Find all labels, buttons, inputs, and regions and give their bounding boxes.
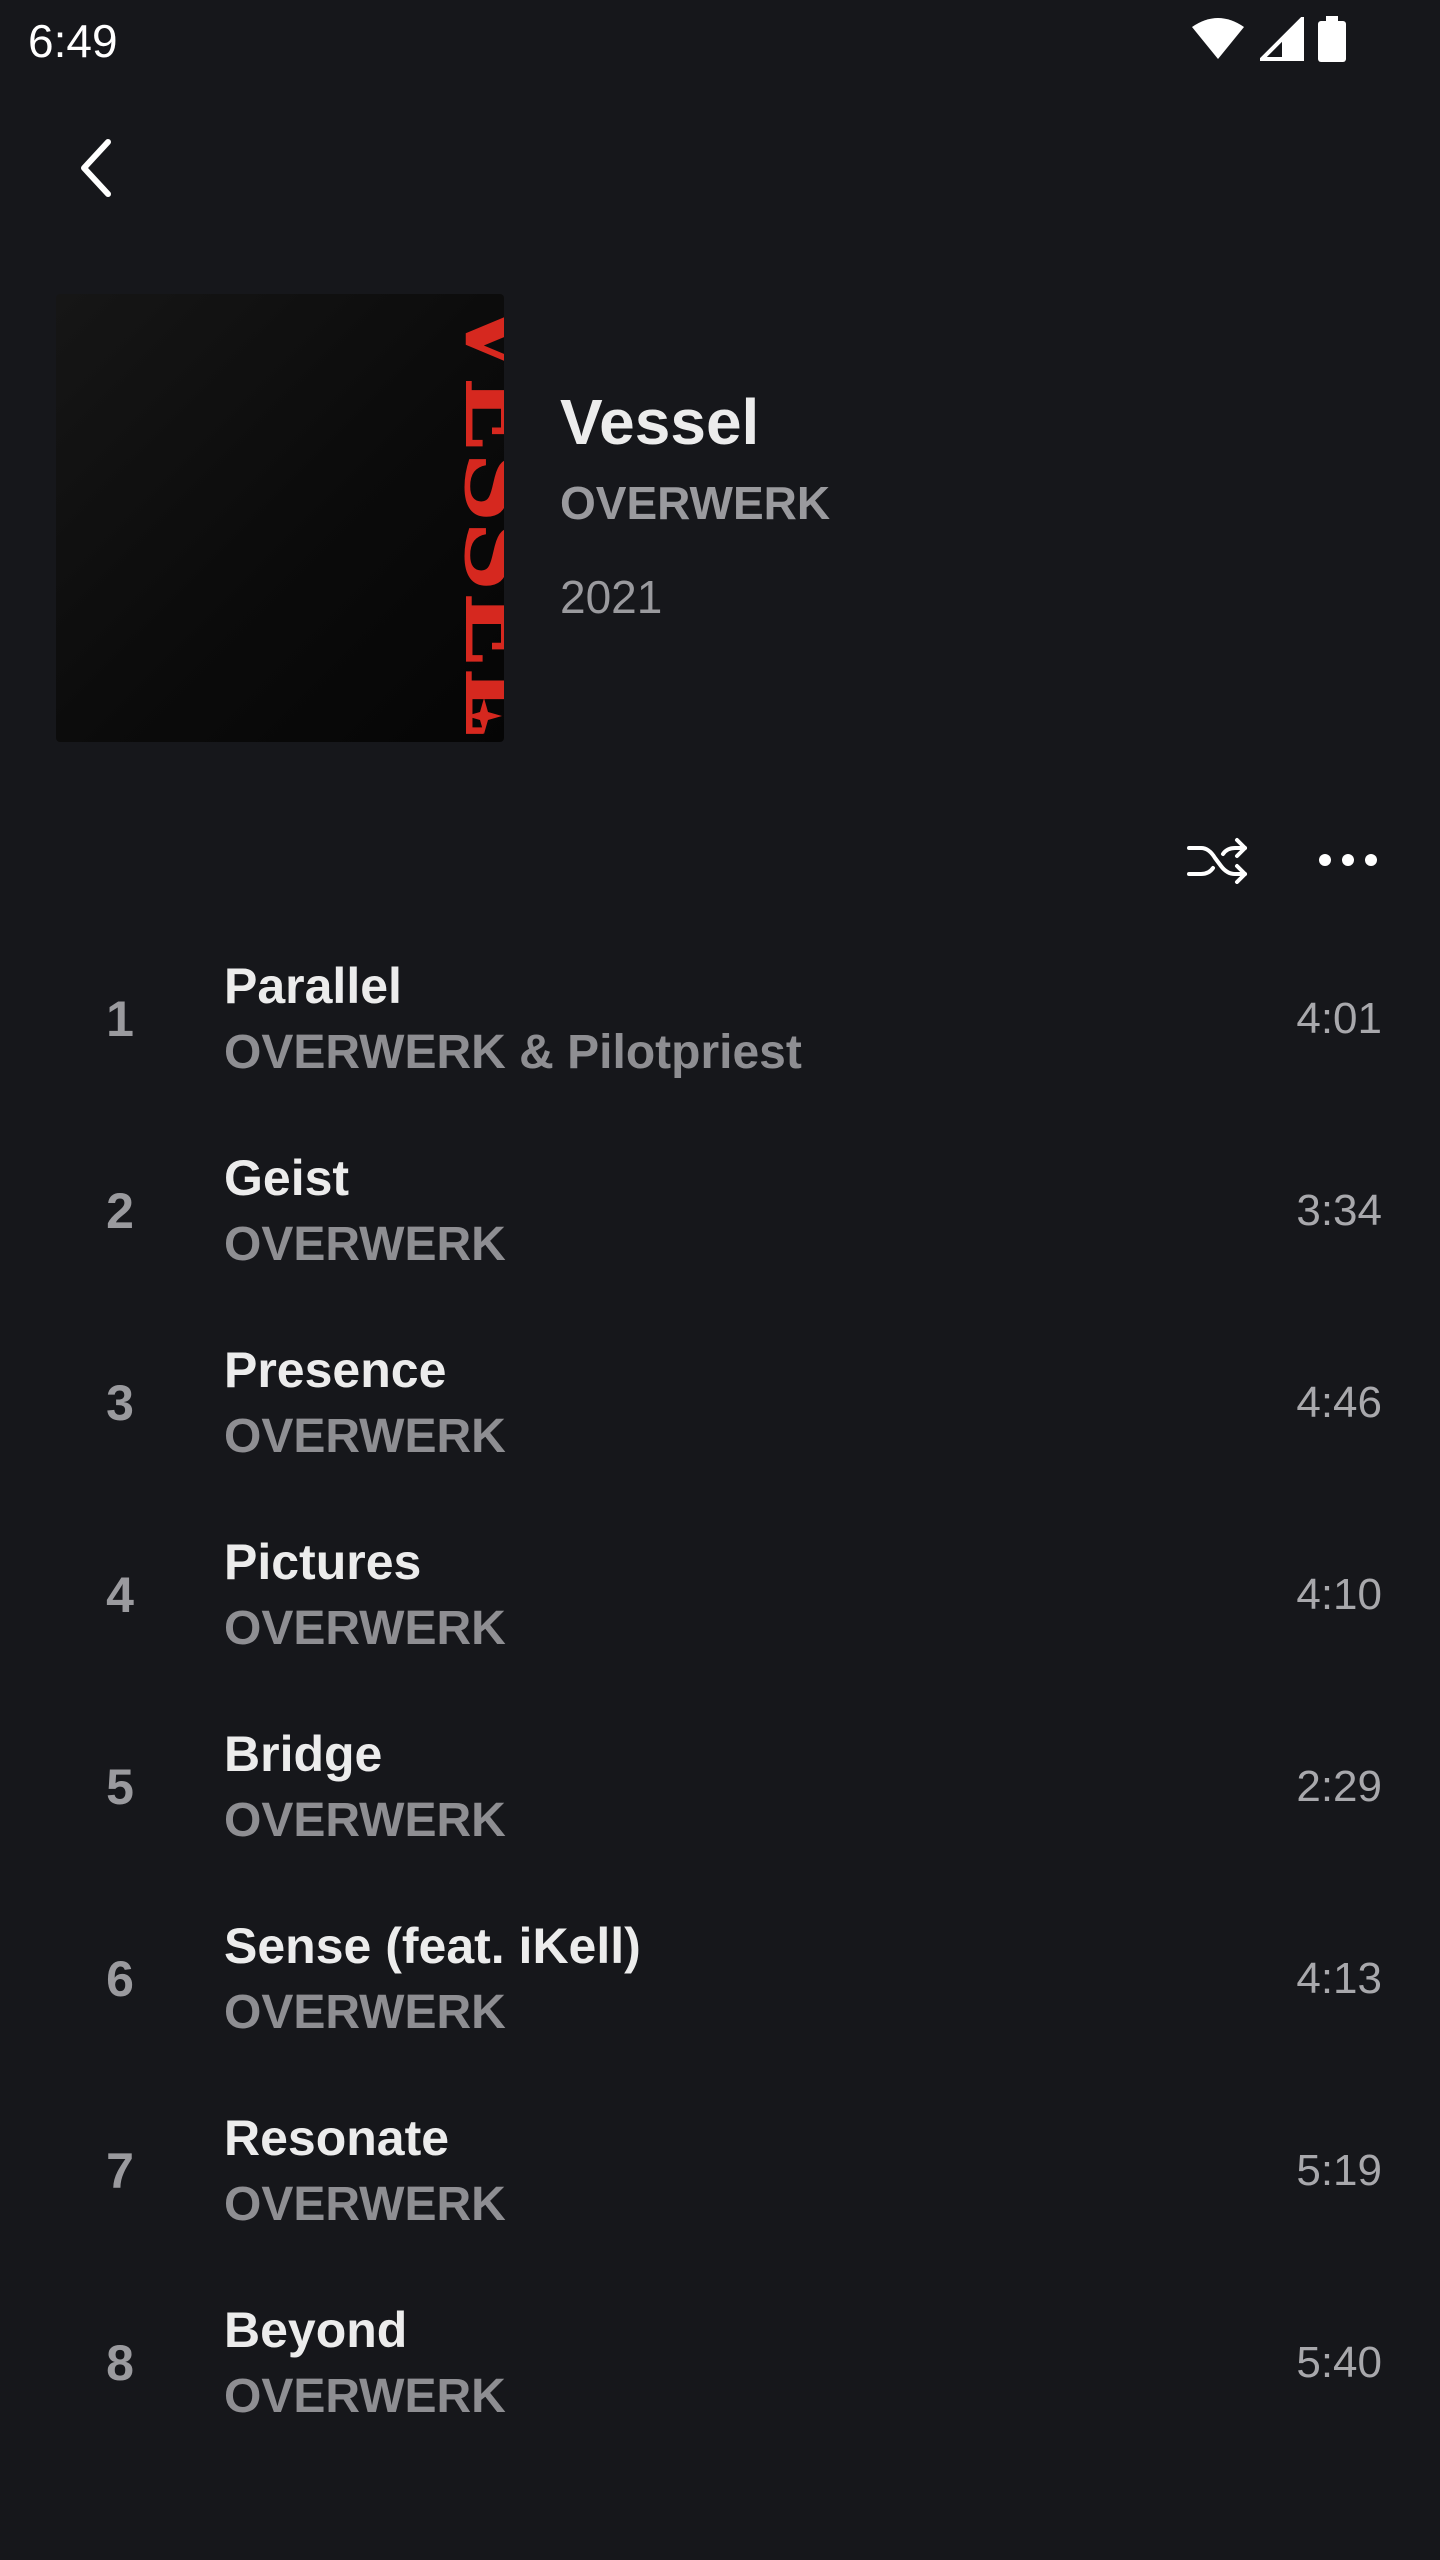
track-list: 1 Parallel OVERWERK & Pilotpriest 4:01 2…	[0, 923, 1440, 2459]
track-number: 7	[106, 2143, 134, 2199]
track-row[interactable]: 2 Geist OVERWERK 3:34	[0, 1115, 1440, 1307]
track-row[interactable]: 1 Parallel OVERWERK & Pilotpriest 4:01	[0, 923, 1440, 1115]
track-title: Presence	[224, 1342, 447, 1398]
track-duration: 4:46	[1296, 1378, 1382, 1427]
album-info: Vessel OVERWERK 2021	[560, 390, 830, 620]
track-title: Bridge	[224, 1726, 383, 1782]
album-artist[interactable]: OVERWERK	[560, 480, 830, 526]
track-row[interactable]: 3 Presence OVERWERK 4:46	[0, 1307, 1440, 1499]
track-duration: 4:10	[1296, 1570, 1382, 1619]
track-artist: OVERWERK	[224, 1218, 506, 1271]
status-time: 6:49	[28, 15, 118, 67]
cellular-signal-icon	[1257, 14, 1304, 66]
album-title: Vessel	[560, 386, 760, 458]
track-row[interactable]: 5 Bridge OVERWERK 2:29	[0, 1691, 1440, 1883]
track-artist: OVERWERK	[224, 1794, 506, 1847]
track-row[interactable]: 7 Resonate OVERWERK 5:19	[0, 2075, 1440, 2267]
track-duration: 4:01	[1296, 994, 1382, 1043]
track-title: Pictures	[224, 1534, 422, 1590]
shuffle-button[interactable]	[1182, 826, 1254, 898]
track-title: Geist	[224, 1150, 350, 1206]
track-artist: OVERWERK	[224, 1602, 506, 1655]
track-duration: 5:40	[1296, 2338, 1382, 2387]
track-number: 8	[106, 2335, 134, 2391]
track-duration: 2:29	[1296, 1762, 1382, 1811]
track-title: Beyond	[224, 2302, 408, 2358]
wifi-icon	[1190, 17, 1246, 66]
track-artist: OVERWERK	[224, 2370, 506, 2423]
more-options-button[interactable]	[1312, 826, 1384, 898]
album-cover: VESSEL	[56, 294, 504, 742]
track-artist: OVERWERK	[224, 1986, 506, 2039]
track-row[interactable]: 6 Sense (feat. iKell) OVERWERK 4:13	[0, 1883, 1440, 2075]
track-artist: OVERWERK	[224, 1410, 506, 1463]
track-title: Sense (feat. iKell)	[224, 1918, 641, 1974]
battery-icon	[1318, 16, 1346, 67]
back-button[interactable]	[60, 134, 132, 206]
track-title: Resonate	[224, 2110, 450, 2166]
track-row[interactable]: 8 Beyond OVERWERK 5:40	[0, 2267, 1440, 2459]
album-actions	[1182, 826, 1384, 898]
album-year: 2021	[560, 571, 663, 623]
track-number: 2	[106, 1183, 134, 1239]
track-duration: 5:19	[1296, 2146, 1382, 2195]
track-number: 6	[106, 1951, 134, 2007]
shuffle-icon	[1187, 836, 1249, 889]
track-row[interactable]: 4 Pictures OVERWERK 4:10	[0, 1499, 1440, 1691]
status-icons	[1190, 14, 1346, 67]
status-bar: 6:49	[0, 0, 1440, 84]
track-number: 3	[106, 1375, 134, 1431]
track-artist: OVERWERK & Pilotpriest	[224, 1026, 802, 1079]
album-cover-text: VESSEL	[443, 299, 504, 736]
track-number: 4	[106, 1567, 134, 1623]
track-artist: OVERWERK	[224, 2178, 506, 2231]
more-horizontal-icon	[1318, 853, 1378, 872]
chevron-left-icon	[76, 138, 116, 203]
track-number: 5	[106, 1759, 134, 1815]
track-duration: 4:13	[1296, 1954, 1382, 2003]
track-title: Parallel	[224, 958, 402, 1014]
track-number: 1	[106, 991, 134, 1047]
track-duration: 3:34	[1296, 1186, 1382, 1235]
